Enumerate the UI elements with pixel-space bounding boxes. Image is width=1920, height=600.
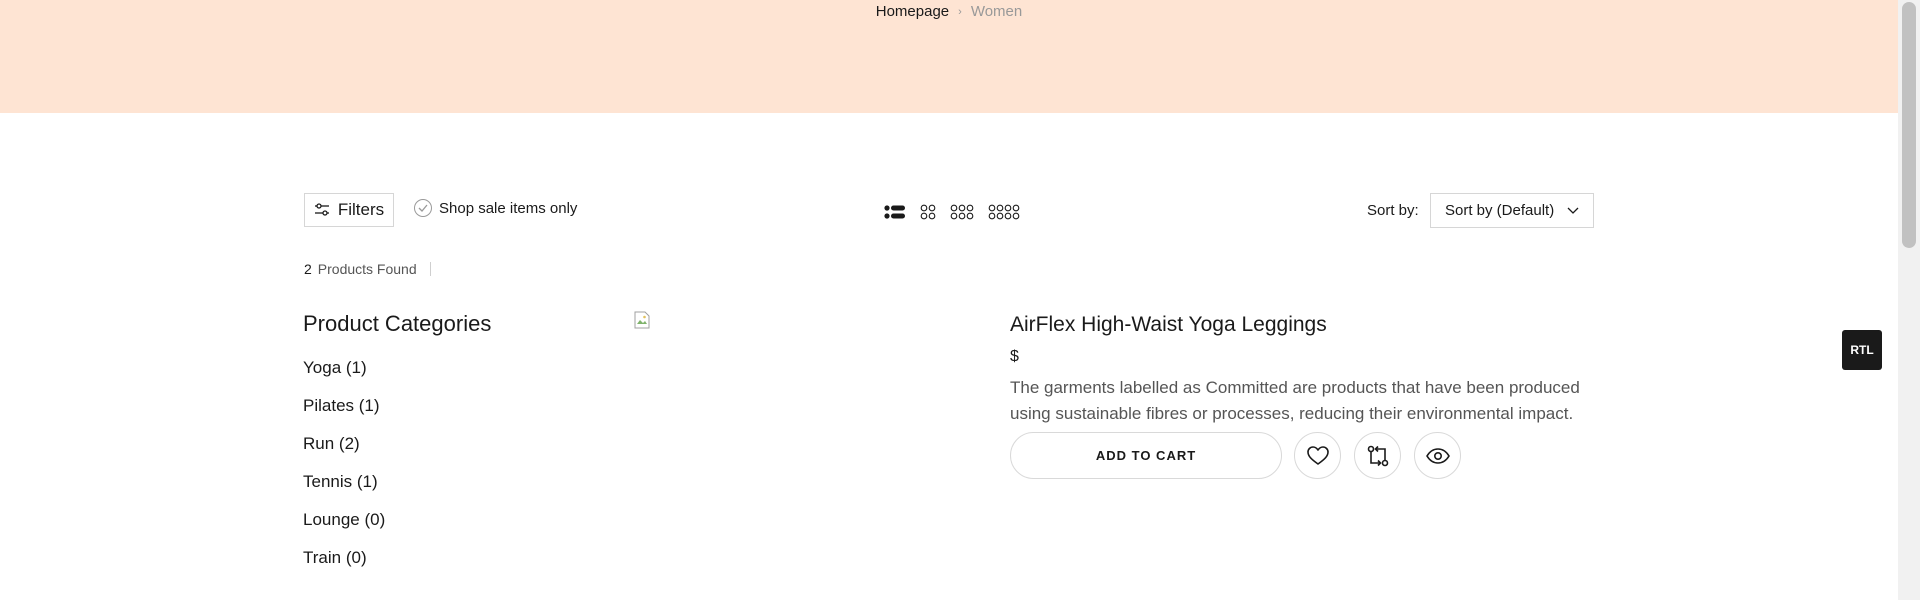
breadcrumb-current: Women	[970, 3, 1023, 20]
page-scrollbar[interactable]	[1898, 0, 1920, 600]
quick-view-button[interactable]	[1414, 432, 1461, 479]
product-price: $	[1010, 348, 1019, 365]
category-item-tennis[interactable]: Tennis (1)	[303, 472, 385, 510]
sale-only-label: Shop sale items only	[439, 199, 578, 217]
heart-icon	[1306, 445, 1329, 465]
breadcrumb-home-link[interactable]: Homepage	[876, 3, 949, 20]
page-hero-banner: Homepage › Women	[0, 0, 1898, 113]
grid-2-layout-icon[interactable]	[920, 204, 936, 220]
add-to-cart-button[interactable]: ADD TO CART	[1010, 432, 1282, 479]
grid-3-layout-icon[interactable]	[950, 204, 974, 220]
divider	[429, 262, 431, 276]
scrollbar-thumb[interactable]	[1902, 2, 1916, 248]
list-layout-icon[interactable]	[884, 204, 906, 220]
wishlist-button[interactable]	[1294, 432, 1341, 479]
filters-button[interactable]: Filters	[304, 193, 394, 227]
layout-switcher	[884, 204, 1034, 220]
breadcrumb: Homepage › Women	[0, 3, 1898, 20]
broken-image-icon[interactable]	[634, 311, 650, 329]
product-title[interactable]: AirFlex High-Waist Yoga Leggings	[1010, 313, 1327, 337]
products-found-count: 2	[304, 261, 312, 277]
compare-button[interactable]	[1354, 432, 1401, 479]
sale-only-toggle[interactable]: Shop sale items only	[414, 199, 577, 217]
products-found: 2 Products Found	[304, 261, 431, 277]
check-circle-icon	[414, 199, 432, 217]
filters-label: Filters	[337, 200, 385, 219]
category-list: Yoga (1) Pilates (1) Run (2) Tennis (1) …	[303, 358, 385, 586]
sort-by-label: Sort by:	[1367, 202, 1419, 219]
grid-4-layout-icon[interactable]	[988, 204, 1020, 220]
sort-select-value: Sort by (Default)	[1445, 202, 1555, 219]
category-item-pilates[interactable]: Pilates (1)	[303, 396, 385, 434]
filter-sliders-icon	[314, 203, 329, 216]
chevron-down-icon	[1567, 207, 1579, 214]
category-item-train[interactable]: Train (0)	[303, 548, 385, 586]
product-description: The garments labelled as Committed are p…	[1010, 378, 1580, 423]
compare-icon	[1367, 445, 1388, 466]
sidebar-categories-title: Product Categories	[303, 311, 492, 336]
sort-select[interactable]: Sort by (Default)	[1430, 193, 1594, 228]
rtl-toggle-button[interactable]: RTL	[1842, 330, 1882, 370]
category-item-run[interactable]: Run (2)	[303, 434, 385, 472]
eye-icon	[1425, 447, 1450, 464]
products-found-label: Products Found	[317, 261, 417, 277]
breadcrumb-separator-icon: ›	[958, 6, 962, 18]
category-item-lounge[interactable]: Lounge (0)	[303, 510, 385, 548]
category-item-yoga[interactable]: Yoga (1)	[303, 358, 385, 396]
